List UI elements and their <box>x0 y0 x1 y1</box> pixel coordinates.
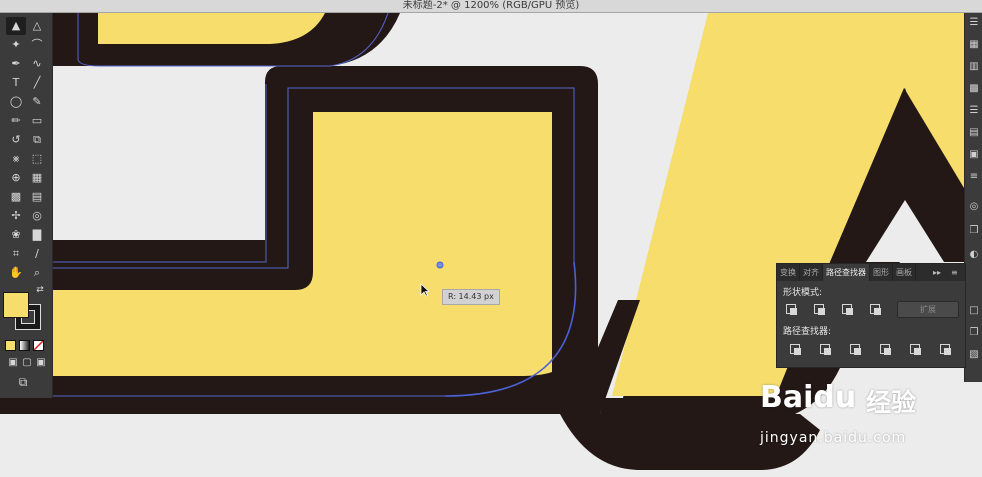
minus-front-icon[interactable] <box>811 302 826 315</box>
collapse-panel-icon[interactable]: ▸▸ <box>933 264 941 281</box>
tab-pathfinder[interactable]: 路径查找器 <box>823 264 870 281</box>
width-tool-icon[interactable]: ⨳ <box>6 150 26 168</box>
selection-tool-icon[interactable]: ▲ <box>6 17 26 35</box>
unite-icon[interactable] <box>783 302 798 315</box>
properties-icon[interactable]: ☰ <box>968 17 980 29</box>
artboards-icon[interactable]: □ <box>968 305 980 317</box>
mouse-pointer-icon <box>420 282 431 297</box>
rotate-tool-icon[interactable]: ↺ <box>6 131 26 149</box>
swap-colors-icon[interactable]: ⇄ <box>30 281 50 299</box>
color-mode-icon[interactable] <box>5 340 16 351</box>
eyedropper-tool-icon[interactable]: ✢ <box>6 207 26 225</box>
symbols-icon[interactable]: ▤ <box>968 127 980 139</box>
shape-builder-tool-icon[interactable]: ⊕ <box>6 169 26 187</box>
artboard-tool-icon[interactable]: ⌗ <box>6 245 26 263</box>
zoom-tool-icon[interactable]: ⌕ <box>27 264 47 282</box>
appearance-icon[interactable]: ◎ <box>968 201 980 213</box>
upper-letter-fill[interactable] <box>98 13 325 44</box>
gradient-mode-icon[interactable] <box>19 340 30 351</box>
exclude-icon[interactable] <box>867 302 882 315</box>
minus-back-icon[interactable] <box>937 342 952 355</box>
type-tool-icon[interactable]: T <box>6 74 26 92</box>
libraries-icon[interactable]: ▦ <box>968 39 980 51</box>
draw-inside-icon[interactable]: ▣ <box>31 354 51 372</box>
swatches-icon[interactable]: ▩ <box>968 83 980 95</box>
transparency-icon[interactable]: ◐ <box>968 249 980 261</box>
window-title-bar: 未标题-2* @ 1200% (RGB/GPU 预览) <box>0 0 982 13</box>
watermark-brand: Baidu <box>760 380 857 415</box>
tab-align[interactable]: 对齐 <box>800 264 823 281</box>
crop-icon[interactable] <box>877 342 892 355</box>
baidu-watermark: Baidu 经验 jingyan.baidu.com <box>760 372 970 472</box>
free-transform-tool-icon[interactable]: ⬚ <box>27 150 47 168</box>
hand-tool-icon[interactable]: ✋ <box>6 264 26 282</box>
upper-left-black <box>52 13 72 66</box>
line-tool-icon[interactable]: ╱ <box>27 74 47 92</box>
illustrator-window: 未标题-2* @ 1200% (RGB/GPU 预览) R: 14.43 px <box>0 0 982 477</box>
pathfinders-label: 路径查找器: <box>783 327 832 337</box>
outline-icon[interactable] <box>907 342 922 355</box>
screen-mode-icon[interactable]: ⧉ <box>13 373 33 391</box>
shape-modes-label: 形状模式: <box>783 288 823 298</box>
perspective-grid-tool-icon[interactable]: ▦ <box>27 169 47 187</box>
gradient-tool-icon[interactable]: ▤ <box>27 188 47 206</box>
tools-panel: ▲ △ ✦ ⌒ ✒ ∿ T ╱ ◯ ✎ ✏ ▭ ↺ ⧉ ⨳ ⬚ ⊕ ▦ ▩ ▤ … <box>0 13 53 398</box>
lasso-tool-icon[interactable]: ⌒ <box>27 36 47 54</box>
brushes-icon[interactable]: ☰ <box>968 105 980 117</box>
links-icon[interactable]: ▧ <box>968 349 980 361</box>
intersect-icon[interactable] <box>839 302 854 315</box>
watermark-url: jingyan.baidu.com <box>760 430 907 446</box>
radius-readout: R: 14.43 px <box>448 292 494 301</box>
watermark-cn: 经验 <box>866 388 917 417</box>
fill-color-swatch[interactable] <box>3 292 29 318</box>
graphic-styles-icon[interactable]: ▣ <box>968 149 980 161</box>
right-dock-panel: ☰ ▦ ▥ ▩ ☰ ▤ ▣ ≡ ◎ ❒ ◐ □ ❐ ▧ <box>964 13 982 382</box>
divide-icon[interactable] <box>787 342 802 355</box>
expand-button[interactable]: 扩展 <box>897 301 959 318</box>
asset-export-icon[interactable]: ❐ <box>968 327 980 339</box>
column-graph-tool-icon[interactable]: ▇ <box>27 226 47 244</box>
symbol-sprayer-tool-icon[interactable]: ❀ <box>6 226 26 244</box>
pen-tool-icon[interactable]: ✒ <box>6 55 26 73</box>
merge-icon[interactable] <box>847 342 862 355</box>
pathfinder-panel: 变换 对齐 路径查找器 图形 画板 ▸▸ ≡ 形状模式: 扩展 路径查找器: <box>776 263 966 368</box>
trim-icon[interactable] <box>817 342 832 355</box>
document-title: 未标题-2* @ 1200% (RGB/GPU 预览) <box>402 0 580 11</box>
pencil-tool-icon[interactable]: ✏ <box>6 112 26 130</box>
magic-wand-tool-icon[interactable]: ✦ <box>6 36 26 54</box>
mesh-tool-icon[interactable]: ▩ <box>6 188 26 206</box>
tab-graphics[interactable]: 图形 <box>870 264 893 281</box>
slice-tool-icon[interactable]: ∕ <box>27 245 47 263</box>
none-mode-icon[interactable] <box>33 340 44 351</box>
eraser-tool-icon[interactable]: ▭ <box>27 112 47 130</box>
scale-tool-icon[interactable]: ⧉ <box>27 131 47 149</box>
color-guide-icon[interactable]: ▥ <box>968 61 980 73</box>
stroke-icon[interactable]: ≡ <box>968 171 980 183</box>
tab-artboards[interactable]: 画板 <box>893 264 916 281</box>
tab-transform[interactable]: 变换 <box>777 264 800 281</box>
direct-selection-tool-icon[interactable]: △ <box>27 17 47 35</box>
layers-icon[interactable]: ❒ <box>968 225 980 237</box>
curvature-tool-icon[interactable]: ∿ <box>27 55 47 73</box>
radius-readout-tooltip: R: 14.43 px <box>442 289 500 305</box>
panel-menu-icon[interactable]: ≡ <box>951 264 958 281</box>
corner-widget[interactable] <box>436 261 444 269</box>
blend-tool-icon[interactable]: ◎ <box>27 207 47 225</box>
ellipse-tool-icon[interactable]: ◯ <box>6 93 26 111</box>
paintbrush-tool-icon[interactable]: ✎ <box>27 93 47 111</box>
